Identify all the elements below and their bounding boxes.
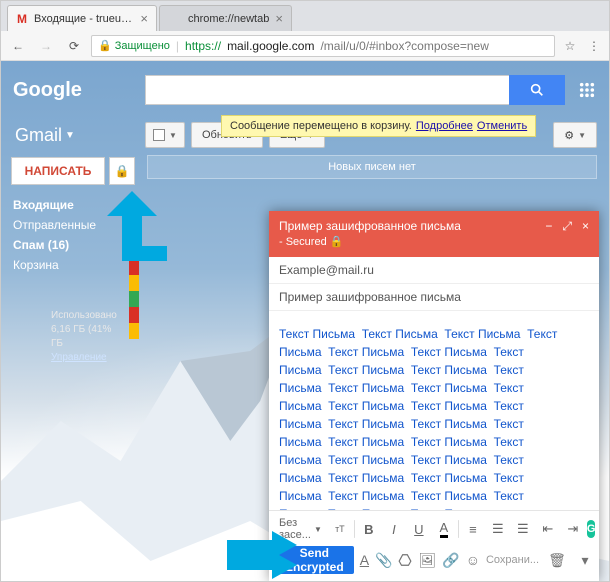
attach-icon[interactable]: 📎 bbox=[375, 550, 392, 570]
indent-more-button[interactable]: ⇥ bbox=[562, 518, 584, 540]
notice-text: Сообщение перемещено в корзину. bbox=[230, 120, 412, 132]
gmail-brand[interactable]: Gmail ▼ bbox=[15, 125, 135, 146]
compose-header[interactable]: Пример зашифрованное письма - Secured 🔒 … bbox=[269, 211, 599, 257]
url-path: /mail/u/0/#inbox?compose=new bbox=[320, 39, 488, 53]
numbered-list-button[interactable]: ☰ bbox=[487, 518, 509, 540]
chevron-down-icon: ▼ bbox=[65, 130, 75, 141]
separator bbox=[354, 520, 355, 538]
gmail-favicon: M bbox=[16, 12, 28, 26]
formatting-icon[interactable]: A bbox=[360, 550, 369, 570]
google-logo[interactable]: Google bbox=[13, 79, 133, 102]
compose-title: Пример зашифрованное письма bbox=[279, 219, 545, 235]
lock-icon: 🔒 bbox=[330, 235, 344, 249]
search-icon bbox=[529, 82, 545, 98]
font-size-button[interactable]: тТ bbox=[329, 518, 351, 540]
compose-footer: Без засе... ▼ тТ B I U A ≡ ☰ ☰ ⇤ ⇥ G bbox=[269, 510, 599, 581]
separator bbox=[458, 520, 459, 538]
back-button[interactable]: ← bbox=[7, 35, 29, 57]
blank-favicon bbox=[168, 12, 182, 26]
menu-icon[interactable]: ⋮ bbox=[585, 39, 603, 53]
align-button[interactable]: ≡ bbox=[462, 518, 484, 540]
format-toolbar: Без засе... ▼ тТ B I U A ≡ ☰ ☰ ⇤ ⇥ G bbox=[275, 515, 593, 543]
tab-title: chrome://newtab bbox=[188, 13, 269, 25]
empty-inbox-message: Новых писем нет bbox=[147, 155, 597, 179]
grammarly-icon[interactable]: G bbox=[587, 520, 596, 538]
compose-secured-badge: - Secured 🔒 bbox=[279, 235, 545, 249]
browser-tab[interactable]: chrome://newtab × bbox=[159, 5, 292, 31]
trash-icon[interactable]: 🗑 bbox=[547, 550, 567, 570]
notice-undo-link[interactable]: Отменить bbox=[477, 120, 527, 132]
expand-icon[interactable]: ⤢ bbox=[562, 219, 572, 234]
storage-manage-link[interactable]: Управление bbox=[51, 352, 107, 363]
url-host: mail.google.com bbox=[227, 39, 314, 53]
drive-icon[interactable] bbox=[398, 550, 412, 570]
bold-button[interactable]: B bbox=[358, 518, 380, 540]
apps-icon[interactable] bbox=[577, 80, 597, 100]
notice-banner: Сообщение перемещено в корзину. Подробне… bbox=[221, 115, 536, 137]
search-input[interactable] bbox=[145, 75, 509, 105]
link-icon[interactable]: 🔗 bbox=[442, 550, 459, 570]
bullet-list-button[interactable]: ☰ bbox=[512, 518, 534, 540]
chevron-down-icon: ▼ bbox=[578, 131, 586, 140]
gmail-topbar: Google bbox=[1, 61, 609, 119]
forward-button: → bbox=[35, 35, 57, 57]
chevron-down-icon: ▼ bbox=[314, 525, 322, 534]
lock-icon: 🔒 bbox=[115, 164, 130, 178]
send-row: Send Encrypted A 📎 🖼 🔗 ☺ Сохрани... 🗑 ▾ bbox=[275, 545, 593, 575]
close-icon[interactable]: × bbox=[582, 219, 589, 234]
secure-label: Защищено bbox=[115, 40, 170, 52]
italic-button[interactable]: I bbox=[383, 518, 405, 540]
text-color-button[interactable]: A bbox=[433, 518, 455, 540]
search-wrap bbox=[145, 75, 565, 105]
storage-line2: ГБ bbox=[51, 337, 135, 351]
more-icon[interactable]: ▾ bbox=[575, 550, 595, 570]
checkbox-icon bbox=[153, 129, 165, 141]
annotation-arrow bbox=[227, 531, 297, 579]
close-icon[interactable]: × bbox=[275, 11, 283, 26]
select-all-button[interactable]: ▼ bbox=[145, 122, 185, 148]
tab-title: Входящие - trueundelet bbox=[34, 13, 134, 25]
emoji-icon[interactable]: ☺ bbox=[466, 550, 480, 570]
photo-icon[interactable]: 🖼 bbox=[418, 550, 436, 570]
compose-secure-button[interactable]: 🔒 bbox=[109, 157, 135, 185]
compose-window: Пример зашифрованное письма - Secured 🔒 … bbox=[269, 211, 599, 581]
storage-line1: Использовано 6,16 ГБ (41% bbox=[51, 309, 135, 337]
gmail-brand-label: Gmail bbox=[15, 125, 62, 146]
close-icon[interactable]: × bbox=[140, 11, 148, 26]
annotation-arrow bbox=[107, 191, 167, 261]
saved-label: Сохрани... bbox=[486, 554, 539, 566]
reload-button[interactable]: ⟳ bbox=[63, 35, 85, 57]
subject-field[interactable]: Пример зашифрованное письма bbox=[269, 284, 599, 311]
notice-more-link[interactable]: Подробнее bbox=[416, 120, 473, 132]
browser-tab-active[interactable]: M Входящие - trueundelet × bbox=[7, 5, 157, 31]
lock-icon: 🔒 bbox=[98, 39, 112, 52]
browser-addressbar: ← → ⟳ 🔒 Защищено | https://mail.google.c… bbox=[1, 31, 609, 61]
underline-button[interactable]: U bbox=[408, 518, 430, 540]
star-icon[interactable]: ☆ bbox=[561, 39, 579, 53]
secure-badge: 🔒 Защищено bbox=[98, 39, 170, 52]
url-protocol: https:// bbox=[185, 39, 221, 53]
search-button[interactable] bbox=[509, 75, 565, 105]
to-field[interactable]: Example@mail.ru bbox=[269, 257, 599, 284]
storage-info: Использовано 6,16 ГБ (41% ГБ Управление bbox=[51, 309, 135, 365]
browser-tabbar: M Входящие - trueundelet × chrome://newt… bbox=[1, 1, 609, 31]
url-input[interactable]: 🔒 Защищено | https://mail.google.com/mai… bbox=[91, 35, 555, 57]
compose-button[interactable]: НАПИСАТЬ bbox=[11, 157, 105, 185]
gear-icon: ⚙ bbox=[564, 129, 574, 142]
indent-less-button[interactable]: ⇤ bbox=[537, 518, 559, 540]
minimize-icon[interactable]: − bbox=[545, 219, 552, 234]
compose-body[interactable]: Текст Письма Текст Письма Текст Письма Т… bbox=[269, 311, 599, 510]
settings-button[interactable]: ⚙ ▼ bbox=[553, 122, 597, 148]
chevron-down-icon: ▼ bbox=[169, 131, 177, 140]
